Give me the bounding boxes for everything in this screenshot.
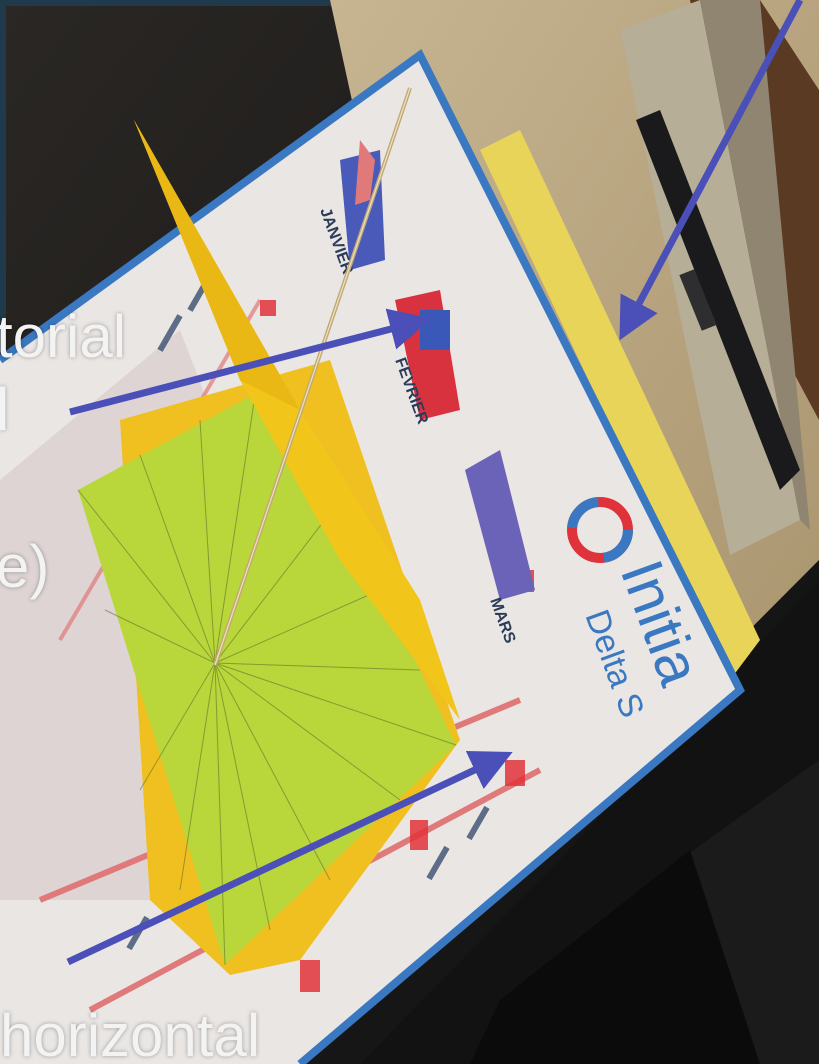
sundial-photo: JANVIER FEVRIER MARS Initia Delta S xyxy=(0,0,819,1064)
caption-equatorial: torial xyxy=(0,303,127,370)
caption-equatorial-2: l xyxy=(0,376,10,443)
caption-horizontal: horizontal xyxy=(0,1002,261,1064)
photo-stage: JANVIER FEVRIER MARS Initia Delta S tori… xyxy=(0,0,819,1064)
caption-parenthetical: e) xyxy=(0,533,50,600)
